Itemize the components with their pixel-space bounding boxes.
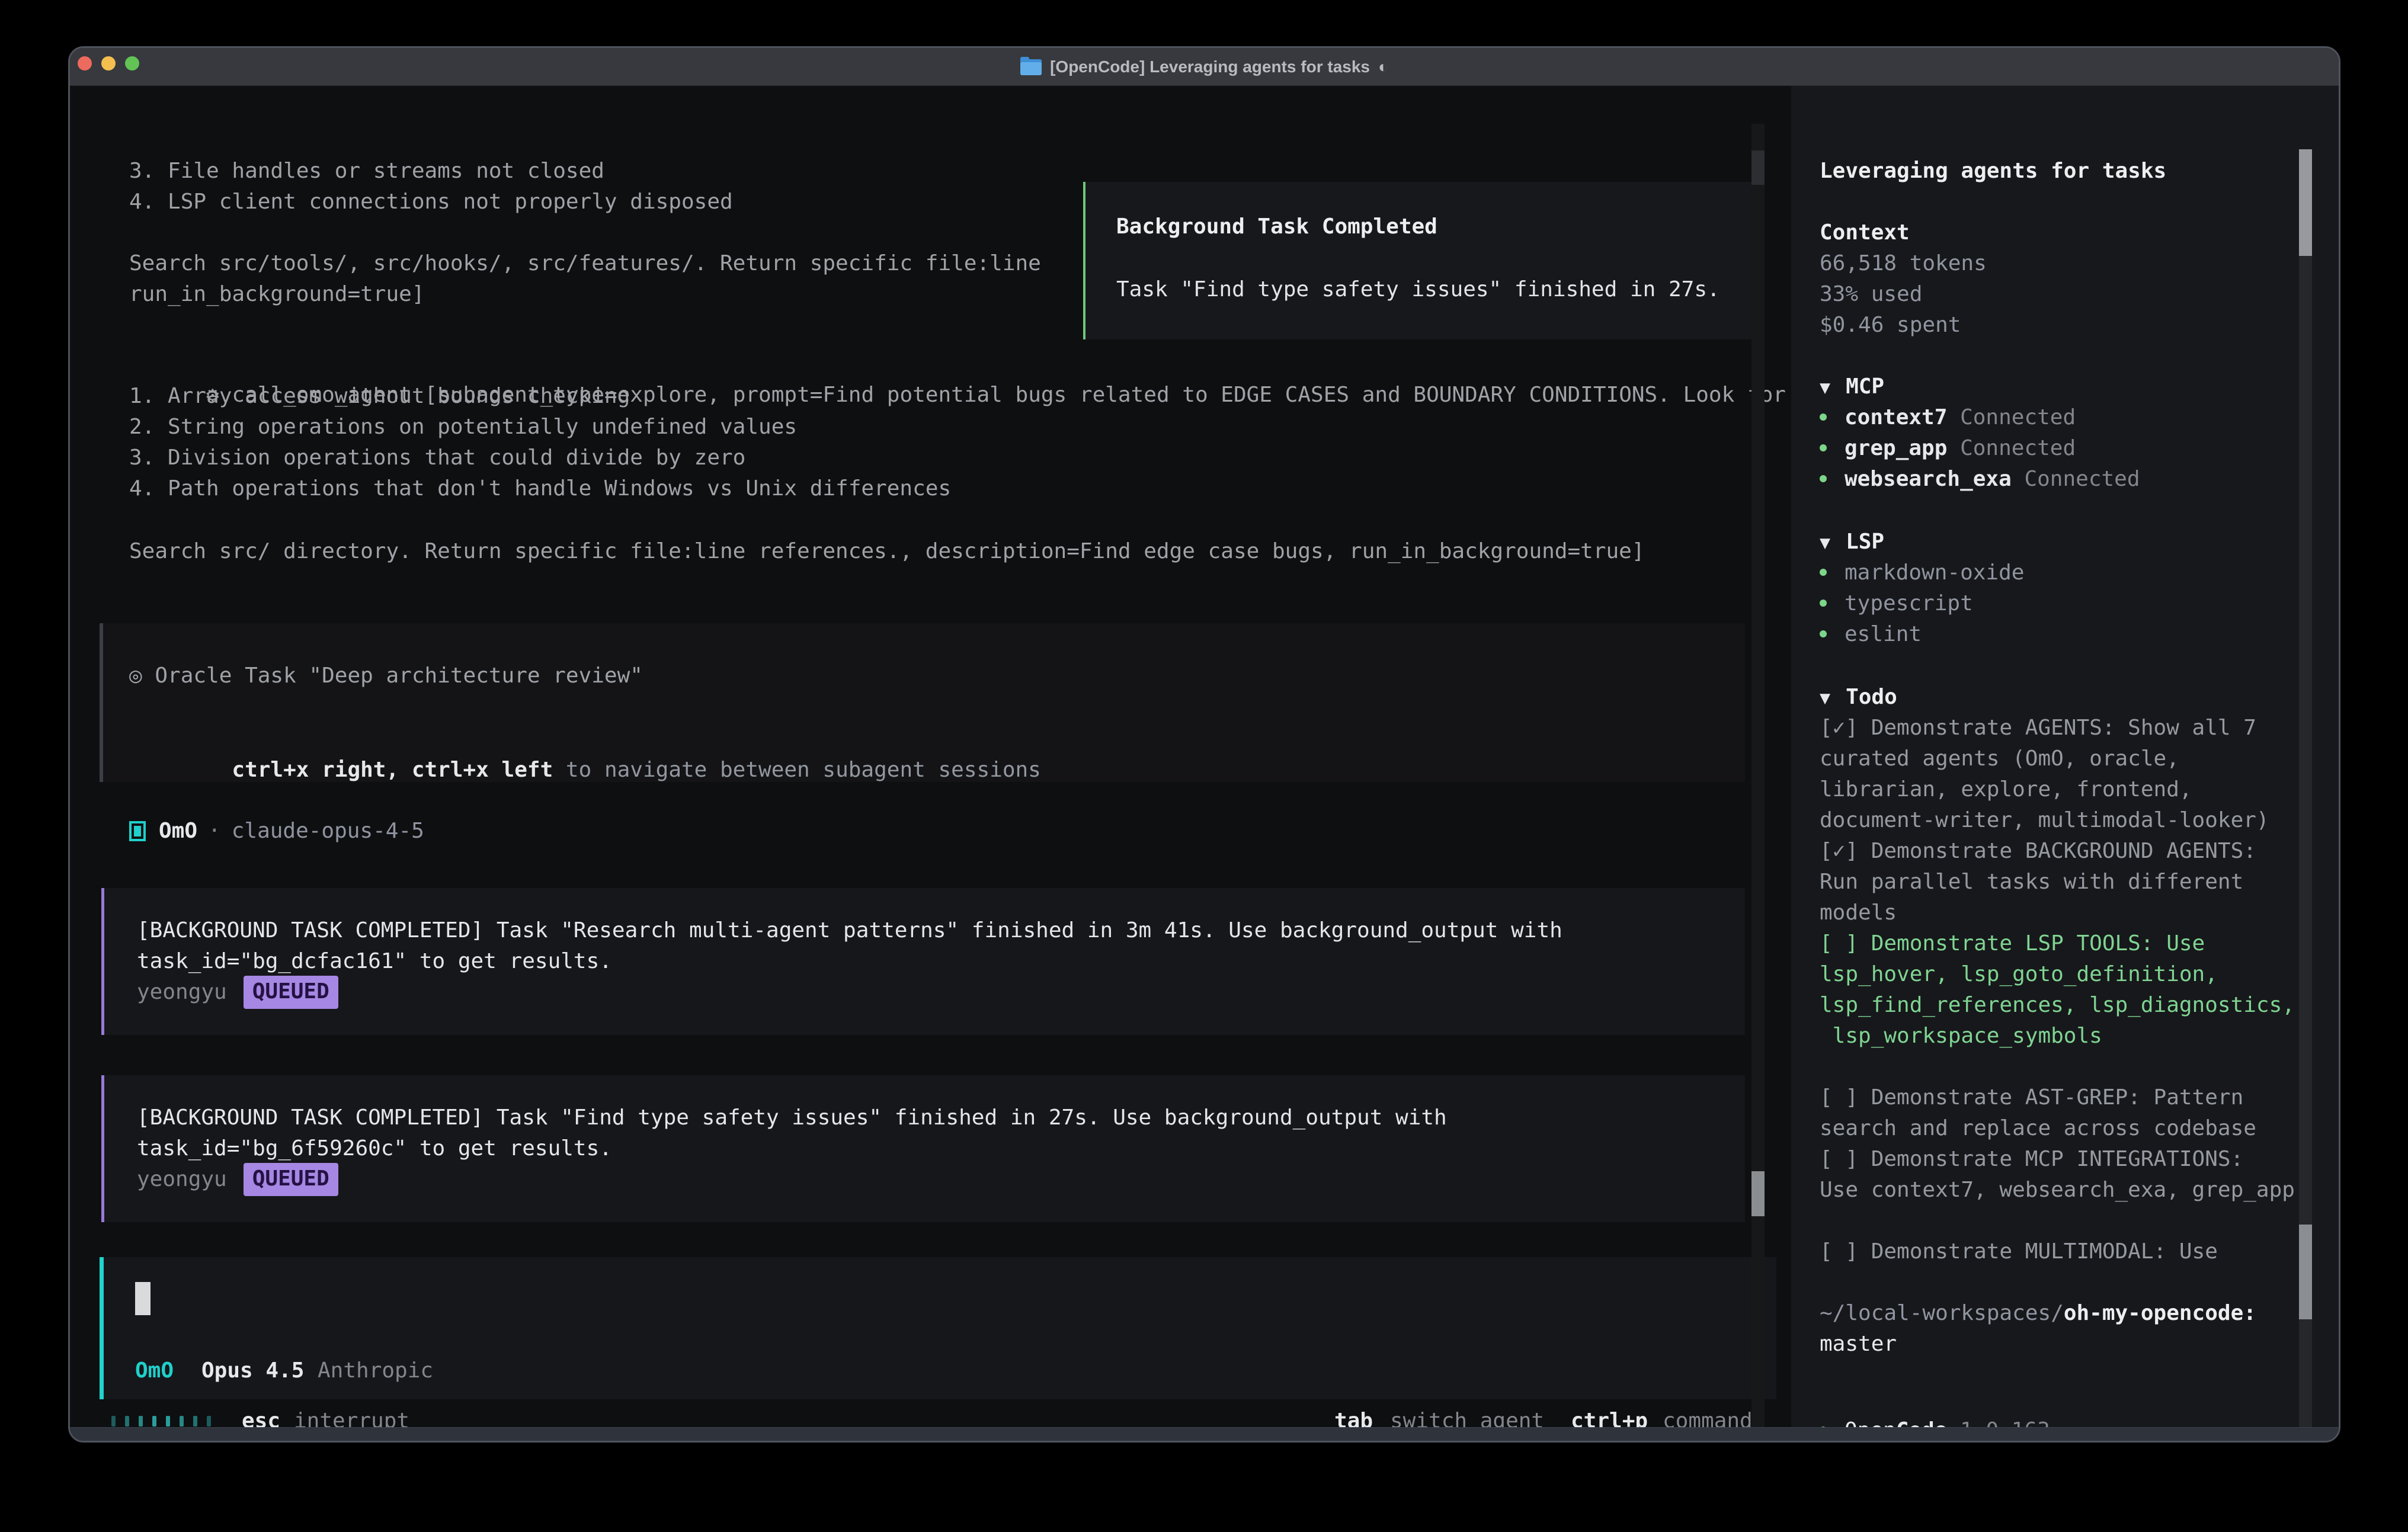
mcp-item: context7 Connected	[1820, 402, 2076, 433]
separator-dot: ·	[208, 816, 221, 847]
scrollback-line: run_in_background=true]	[129, 279, 425, 310]
main-scrollbar-segment[interactable]	[1751, 150, 1765, 185]
mcp-item: grep_app Connected	[1820, 433, 2076, 464]
notification-body: Task "Find type safety issues" finished …	[1116, 274, 1720, 305]
context-heading: Context	[1820, 217, 1910, 248]
agent-model: claude-opus-4-5	[232, 816, 424, 847]
context-spent: $0.46 spent	[1820, 310, 1961, 341]
todo-item-active: lsp_hover, lsp_goto_definition,	[1820, 959, 2295, 990]
input-provider-label: Anthropic	[318, 1355, 433, 1386]
sidebar-scrollbar-thumb[interactable]	[2299, 149, 2312, 256]
window-title: [OpenCode] Leveraging agents for tasks	[1050, 48, 1370, 86]
app-window: [OpenCode] Leveraging agents for tasks ◐…	[68, 46, 2340, 1443]
mcp-item: websearch_exa Connected	[1820, 464, 2140, 495]
lsp-item: eslint	[1820, 619, 1922, 650]
main-scrollbar-track[interactable]	[1751, 124, 1765, 1443]
message-user: yeongyu	[137, 1164, 227, 1195]
titlebar: [OpenCode] Leveraging agents for tasks ◐	[70, 48, 2339, 86]
context-used: 33% used	[1820, 279, 1922, 310]
todo-item: librarian, explore, frontend,	[1820, 774, 2295, 805]
input-agent-label: OmO	[135, 1355, 174, 1386]
tool-call-item: 1. Array access without bounds checking	[129, 381, 630, 412]
todo-item: Run parallel tasks with different	[1820, 867, 2295, 898]
message-line: [BACKGROUND TASK COMPLETED] Task "Resear…	[137, 915, 1562, 946]
prompt-input[interactable]: OmO Opus 4.5 Anthropic	[100, 1257, 1776, 1399]
todo-item: [✓] Demonstrate AGENTS: Show all 7	[1820, 713, 2295, 743]
agent-header: OmO · claude-opus-4-5	[129, 816, 424, 847]
oracle-hint-text: to navigate between subagent sessions	[553, 758, 1041, 782]
background-task-message: [BACKGROUND TASK COMPLETED] Task "Find t…	[101, 1075, 1745, 1222]
tool-call-item: 2. String operations on potentially unde…	[129, 412, 797, 443]
todo-item: search and replace across codebase	[1820, 1113, 2295, 1144]
todo-item: curated agents (OmO, oracle,	[1820, 743, 2295, 774]
status-dot-icon	[1820, 475, 1827, 482]
lsp-item: typescript	[1820, 588, 1973, 619]
tool-call-item: 3. Division operations that could divide…	[129, 443, 745, 473]
todo-item: [ ] Demonstrate MCP INTEGRATIONS:	[1820, 1144, 2295, 1175]
terminal-main: 3. File handles or streams not closed 4.…	[70, 86, 1791, 1431]
message-user: yeongyu	[137, 977, 227, 1008]
spinner-icon	[111, 1416, 211, 1427]
todo-list: [✓] Demonstrate AGENTS: Show all 7 curat…	[1820, 713, 2295, 1267]
status-dot-icon	[1820, 569, 1827, 576]
todo-scrollbar-thumb[interactable]	[2299, 1225, 2312, 1319]
todo-item: models	[1820, 898, 2295, 928]
message-line: task_id="bg_6f59260c" to get results.	[137, 1133, 612, 1164]
window-footer	[70, 1427, 2339, 1441]
oracle-task-title: ◎ Oracle Task "Deep architecture review"	[129, 661, 643, 691]
todo-item: [✓] Demonstrate BACKGROUND AGENTS:	[1820, 836, 2295, 867]
text-cursor	[135, 1282, 150, 1315]
status-dot-icon	[1820, 444, 1827, 451]
todo-item-active: [ ] Demonstrate LSP TOOLS: Use	[1820, 928, 2295, 959]
session-title: Leveraging agents for tasks	[1820, 156, 2166, 187]
queued-badge: QUEUED	[244, 1163, 338, 1196]
chevron-down-icon: ▼	[1820, 688, 1830, 709]
folder-icon	[1020, 59, 1042, 75]
scrollback-line: Search src/tools/, src/hooks/, src/featu…	[129, 248, 1041, 279]
todo-item: document-writer, multimodal-looker)	[1820, 805, 2295, 836]
agent-name: OmO	[159, 816, 197, 847]
todo-item: [ ] Demonstrate AST-GREP: Pattern	[1820, 1082, 2295, 1113]
lsp-section-header[interactable]: ▼LSP	[1820, 527, 1884, 559]
background-task-message: [BACKGROUND TASK COMPLETED] Task "Resear…	[101, 888, 1745, 1035]
message-line: [BACKGROUND TASK COMPLETED] Task "Find t…	[137, 1102, 1447, 1133]
session-sidebar: Leveraging agents for tasks Context 66,5…	[1791, 86, 2340, 1431]
workspace-branch: master	[1820, 1329, 1897, 1360]
session-state-icon: ◐	[1378, 48, 1388, 86]
status-dot-icon	[1820, 600, 1827, 607]
scrollback-line: 4. LSP client connections not properly d…	[129, 187, 733, 217]
mcp-section-header[interactable]: ▼MCP	[1820, 371, 1884, 403]
todo-item-active: lsp_workspace_symbols	[1820, 1021, 2295, 1052]
scrollback-line: 3. File handles or streams not closed	[129, 156, 604, 187]
workspace-path: ~/local-workspaces/oh-my-opencode:	[1820, 1298, 2256, 1329]
tool-call-footer: Search src/ directory. Return specific f…	[129, 536, 1645, 567]
input-model-label: Opus 4.5	[201, 1355, 304, 1386]
todo-spacer	[1820, 1206, 2295, 1236]
todo-item: Use context7, websearch_exa, grep_app	[1820, 1175, 2295, 1206]
notification-title: Background Task Completed	[1116, 211, 1437, 242]
chevron-down-icon: ▼	[1820, 377, 1830, 398]
lsp-item: markdown-oxide	[1820, 557, 2024, 588]
background-task-notification: Background Task Completed Task "Find typ…	[1083, 182, 1763, 339]
tool-call-item: 4. Path operations that don't handle Win…	[129, 473, 951, 504]
context-tokens: 66,518 tokens	[1820, 248, 1987, 279]
todo-spacer	[1820, 1052, 2295, 1082]
chevron-down-icon: ▼	[1820, 533, 1830, 553]
todo-section-header[interactable]: ▼Todo	[1820, 682, 1897, 714]
main-scrollbar-thumb[interactable]	[1751, 1171, 1765, 1216]
status-dot-icon	[1820, 630, 1827, 637]
oracle-task-panel[interactable]: ◎ Oracle Task "Deep architecture review"…	[100, 623, 1745, 782]
status-dot-icon	[1820, 414, 1827, 421]
oracle-hint-keys: ctrl+x right, ctrl+x left	[232, 758, 553, 782]
agent-checkbox-icon	[129, 821, 146, 841]
queued-badge: QUEUED	[244, 976, 338, 1009]
message-line: task_id="bg_dcfac161" to get results.	[137, 946, 612, 977]
todo-item-active: lsp_find_references, lsp_diagnostics,	[1820, 990, 2295, 1021]
todo-item: [ ] Demonstrate MULTIMODAL: Use	[1820, 1236, 2295, 1267]
